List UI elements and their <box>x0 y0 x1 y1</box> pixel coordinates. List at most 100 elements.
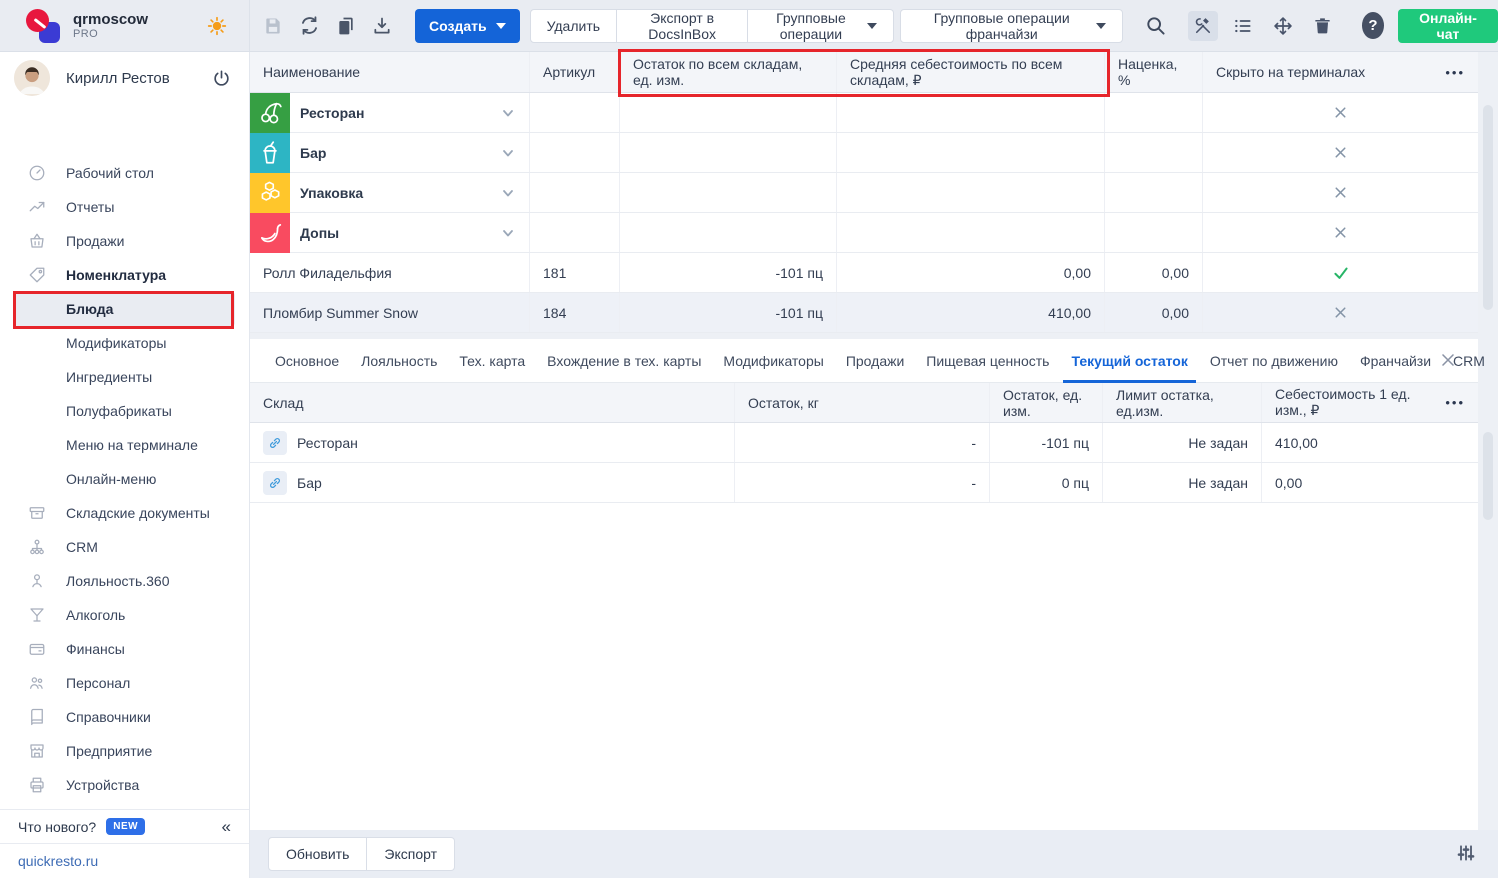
gauge-icon <box>28 164 46 182</box>
sidebar-item-online-menu[interactable]: Онлайн-меню <box>0 462 249 496</box>
tab-tech-card[interactable]: Тех. карта <box>459 339 525 383</box>
sidebar-menu: Рабочий стол Отчеты Продажи Номенклатура… <box>0 156 249 870</box>
group-operations-button[interactable]: Групповые операции <box>748 9 893 43</box>
tab-tech-card-usage[interactable]: Вхождение в тех. карты <box>547 339 701 383</box>
sidebar-item-sales[interactable]: Продажи <box>0 224 249 258</box>
more-columns-icon[interactable]: ••• <box>1445 395 1465 410</box>
tab-franchisees[interactable]: Франчайзи <box>1360 339 1431 383</box>
sidebar-item-dashboard[interactable]: Рабочий стол <box>0 156 249 190</box>
avatar[interactable] <box>14 60 50 96</box>
sidebar-item-devices[interactable]: Устройства <box>0 768 249 802</box>
sidebar-item-modifiers[interactable]: Модификаторы <box>0 326 249 360</box>
chevron-down-icon[interactable] <box>501 226 515 240</box>
detail-footer-bar: Обновить Экспорт <box>250 830 1498 878</box>
product-row-roll-philadelphia[interactable]: Ролл Филадельфия 181 -101 пц 0,00 0,00 <box>250 253 1478 293</box>
sidebar-item-finance[interactable]: Финансы <box>0 632 249 666</box>
delete-button[interactable]: Удалить <box>530 9 617 43</box>
product-row-plombir-summer-snow[interactable]: Пломбир Summer Snow 184 -101 пц 410,00 0… <box>250 293 1478 333</box>
scrollbar-products[interactable] <box>1483 105 1493 310</box>
stock-row-restaurant[interactable]: Ресторан - -101 пц Не задан 410,00 <box>250 423 1478 463</box>
column-header-limit[interactable]: Лимит остатка, ед.изм. <box>1103 383 1262 422</box>
create-button[interactable]: Создать <box>415 9 520 43</box>
sidebar-item-reports[interactable]: Отчеты <box>0 190 249 224</box>
category-row-bar[interactable]: Бар <box>250 133 1478 173</box>
tab-movement-report[interactable]: Отчет по движению <box>1210 339 1338 383</box>
column-header-name[interactable]: Наименование <box>250 52 530 92</box>
refresh-icon[interactable] <box>299 14 320 38</box>
move-icon[interactable] <box>1268 11 1298 41</box>
sidebar-item-enterprise[interactable]: Предприятие <box>0 734 249 768</box>
chevron-down-icon[interactable] <box>501 146 515 160</box>
sidebar-item-terminal-menu[interactable]: Меню на терминале <box>0 428 249 462</box>
workspace-name: qrmoscow <box>73 11 148 28</box>
chevron-down-icon[interactable] <box>501 186 515 200</box>
collapse-sidebar-icon[interactable]: « <box>222 817 231 837</box>
online-chat-button[interactable]: Онлайн-чат <box>1398 9 1498 43</box>
tab-modifiers[interactable]: Модификаторы <box>723 339 823 383</box>
column-header-hidden[interactable]: Скрыто на терминалах ••• <box>1203 52 1478 92</box>
logout-power-icon[interactable] <box>212 69 231 88</box>
check-icon <box>1332 264 1350 282</box>
sidebar-item-alcohol[interactable]: Алкоголь <box>0 598 249 632</box>
sidebar: Кирилл Рестов Рабочий стол Отчеты Продаж… <box>0 52 250 878</box>
user-row[interactable]: Кирилл Рестов <box>0 52 249 104</box>
sidebar-item-ingredients[interactable]: Ингредиенты <box>0 360 249 394</box>
sidebar-item-loyalty360[interactable]: Лояльность.360 <box>0 564 249 598</box>
table-settings-sliders-icon[interactable] <box>1456 843 1476 863</box>
category-row-restaurant[interactable]: Ресторан <box>250 93 1478 133</box>
category-row-packaging[interactable]: Упаковка <box>250 173 1478 213</box>
refresh-button[interactable]: Обновить <box>268 837 367 871</box>
stock-row-bar[interactable]: Бар - 0 пц Не задан 0,00 <box>250 463 1478 503</box>
sidebar-item-directories[interactable]: Справочники <box>0 700 249 734</box>
view-tools-cluster <box>1188 11 1338 41</box>
cross-icon <box>1332 224 1349 241</box>
trash-icon[interactable] <box>1308 11 1338 41</box>
quickresto-link[interactable]: quickresto.ru <box>18 853 98 869</box>
detail-panel: Основное Лояльность Тех. карта Вхождение… <box>250 339 1478 830</box>
column-header-markup[interactable]: Наценка, % <box>1105 52 1203 92</box>
plan-label: PRO <box>73 28 148 41</box>
tab-current-stock[interactable]: Текущий остаток <box>1071 339 1187 383</box>
tools-icon[interactable] <box>1188 11 1218 41</box>
column-header-stock[interactable]: Остаток по всем складам, ед. изм. <box>620 52 837 92</box>
category-row-extras[interactable]: Допы <box>250 213 1478 253</box>
theme-sun-icon[interactable] <box>207 16 227 36</box>
tab-nutrition[interactable]: Пищевая ценность <box>926 339 1049 383</box>
sidebar-item-crm[interactable]: CRM <box>0 530 249 564</box>
column-header-stock-kg[interactable]: Остаток, кг <box>735 383 990 422</box>
more-columns-icon[interactable]: ••• <box>1445 65 1465 80</box>
export-button[interactable]: Экспорт <box>367 837 455 871</box>
column-header-warehouse[interactable]: Склад <box>250 383 735 422</box>
column-header-avg-cost[interactable]: Средняя себестоимость по всем складам, ₽ <box>837 52 1105 92</box>
link-icon[interactable] <box>263 431 287 455</box>
help-icon[interactable]: ? <box>1362 12 1384 39</box>
export-docsinbox-button[interactable]: Экспорт в DocsInBox <box>617 9 748 43</box>
link-icon[interactable] <box>263 471 287 495</box>
caret-down-icon <box>867 23 877 29</box>
sidebar-item-nomenclature[interactable]: Номенклатура <box>0 258 249 292</box>
download-icon[interactable] <box>372 14 392 38</box>
new-badge: NEW <box>106 818 145 835</box>
search-icon[interactable] <box>1145 12 1168 40</box>
group-operations-franchise-button[interactable]: Групповые операции франчайзи <box>900 9 1123 43</box>
sidebar-item-staff[interactable]: Персонал <box>0 666 249 700</box>
tab-loyalty[interactable]: Лояльность <box>361 339 437 383</box>
list-view-icon[interactable] <box>1228 11 1258 41</box>
main-content: Наименование Артикул Остаток по всем скл… <box>250 52 1498 878</box>
stock-table-header: Склад Остаток, кг Остаток, ед. изм. Лими… <box>250 383 1478 423</box>
sidebar-item-warehouse-docs[interactable]: Складские документы <box>0 496 249 530</box>
copy-icon[interactable] <box>336 14 356 38</box>
tab-sales[interactable]: Продажи <box>846 339 904 383</box>
sidebar-footer: Что нового? NEW « quickresto.ru <box>0 809 249 878</box>
column-header-stock-units[interactable]: Остаток, ед. изм. <box>990 383 1103 422</box>
chevron-down-icon[interactable] <box>501 106 515 120</box>
scrollbar-stock-table[interactable] <box>1483 432 1493 520</box>
whats-new-link[interactable]: Что нового? <box>18 819 96 835</box>
sidebar-item-semifinished[interactable]: Полуфабрикаты <box>0 394 249 428</box>
close-panel-icon[interactable] <box>1438 350 1458 370</box>
column-header-sku[interactable]: Артикул <box>530 52 620 92</box>
column-header-unit-cost[interactable]: Себестоимость 1 ед. изм., ₽ ••• <box>1262 383 1478 422</box>
tab-main[interactable]: Основное <box>275 339 339 383</box>
save-icon[interactable] <box>263 14 283 38</box>
sidebar-item-dishes[interactable]: Блюда <box>14 292 235 326</box>
